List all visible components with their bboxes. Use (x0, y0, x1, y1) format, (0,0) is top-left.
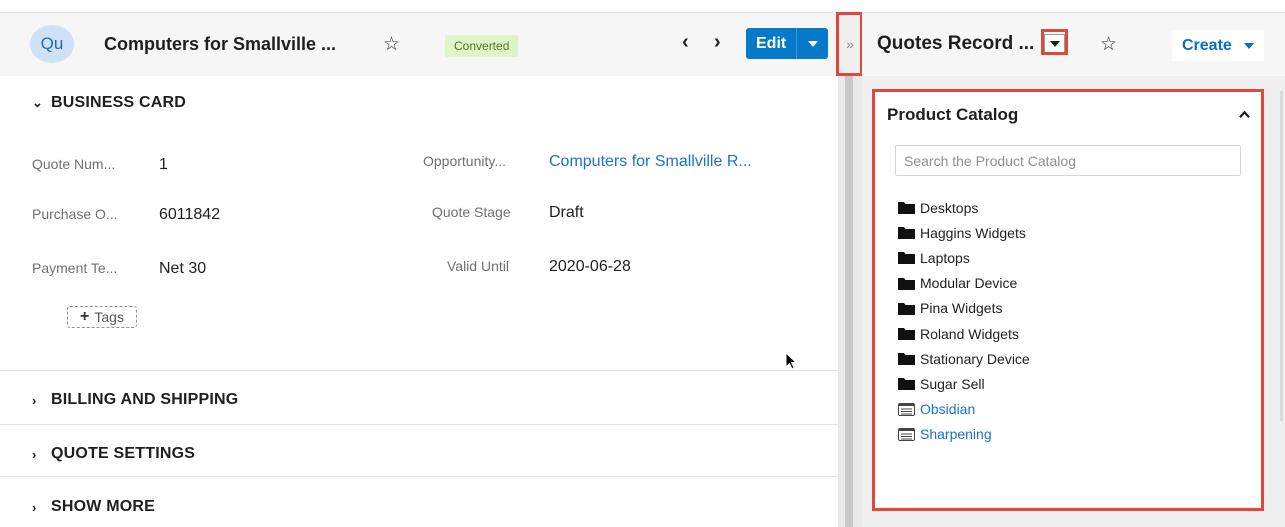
purchase-order-label: Purchase O... (32, 206, 118, 222)
edit-dropdown-button[interactable] (796, 28, 829, 59)
splitter-handle[interactable] (845, 76, 853, 527)
section-business-card[interactable]: ⌄ BUSINESS CARD (32, 94, 186, 112)
edit-button[interactable]: Edit (746, 28, 797, 59)
section-title: BUSINESS CARD (51, 94, 187, 111)
quote-number-value[interactable]: 1 (159, 156, 168, 174)
section-title: BILLING AND SHIPPING (51, 391, 239, 408)
opportunity-label: Opportunity... (423, 153, 507, 169)
section-title: SHOW MORE (51, 498, 156, 515)
dashlet-header: Quotes Record ... ☆ Create (862, 12, 1285, 76)
highlight-box (872, 89, 1264, 511)
quote-number-label: Quote Num... (32, 156, 116, 172)
favorite-star-icon[interactable]: ☆ (383, 35, 400, 54)
tags-label: Tags (94, 309, 124, 325)
quote-stage-label: Quote Stage (432, 204, 511, 220)
previous-record-icon[interactable]: ‹ (682, 32, 689, 52)
highlight-box (836, 12, 863, 76)
next-record-icon[interactable]: › (714, 32, 721, 52)
divider (0, 370, 840, 371)
chevron-right-icon: › (32, 446, 37, 462)
section-quote-settings[interactable]: › QUOTE SETTINGS (32, 445, 195, 463)
chevron-down-icon[interactable] (1243, 42, 1254, 49)
chevron-down-icon: ⌄ (32, 95, 44, 110)
divider (0, 476, 840, 477)
favorite-star-icon[interactable]: ☆ (1100, 35, 1117, 54)
record-header: Qu Computers for Smallville ... ☆ Conver… (0, 12, 840, 76)
quote-stage-value[interactable]: Draft (549, 204, 584, 222)
chevron-right-icon: › (32, 499, 37, 515)
avatar: Qu (30, 25, 74, 63)
create-button[interactable]: Create (1182, 37, 1232, 55)
record-view: Qu Computers for Smallville ... ☆ Conver… (0, 0, 840, 527)
payment-terms-value[interactable]: Net 30 (159, 260, 206, 278)
section-show-more[interactable]: › SHOW MORE (32, 498, 155, 516)
chevron-down-icon (807, 40, 818, 47)
valid-until-value[interactable]: 2020-06-28 (549, 258, 631, 276)
dashlet-title: Quotes Record ... (877, 33, 1035, 54)
record-title: Computers for Smallville ... (104, 34, 337, 54)
add-tags-button[interactable]: + Tags (67, 306, 137, 328)
plus-icon: + (80, 308, 90, 325)
opportunity-link[interactable]: Computers for Smallville R... (549, 153, 752, 171)
highlight-box (1041, 29, 1068, 55)
section-title: QUOTE SETTINGS (51, 445, 196, 462)
divider (0, 424, 840, 425)
status-badge: Converted (445, 35, 519, 57)
valid-until-label: Valid Until (447, 258, 509, 274)
scrollbar[interactable] (1280, 91, 1283, 421)
mouse-cursor-icon (785, 352, 797, 370)
create-button-group: Create (1172, 30, 1264, 61)
purchase-order-value[interactable]: 6011842 (159, 206, 220, 224)
section-billing-shipping[interactable]: › BILLING AND SHIPPING (32, 391, 238, 409)
payment-terms-label: Payment Te... (32, 260, 118, 276)
chevron-right-icon: › (32, 392, 37, 408)
pane-splitter[interactable] (838, 12, 862, 527)
edit-button-group: Edit (746, 28, 829, 59)
